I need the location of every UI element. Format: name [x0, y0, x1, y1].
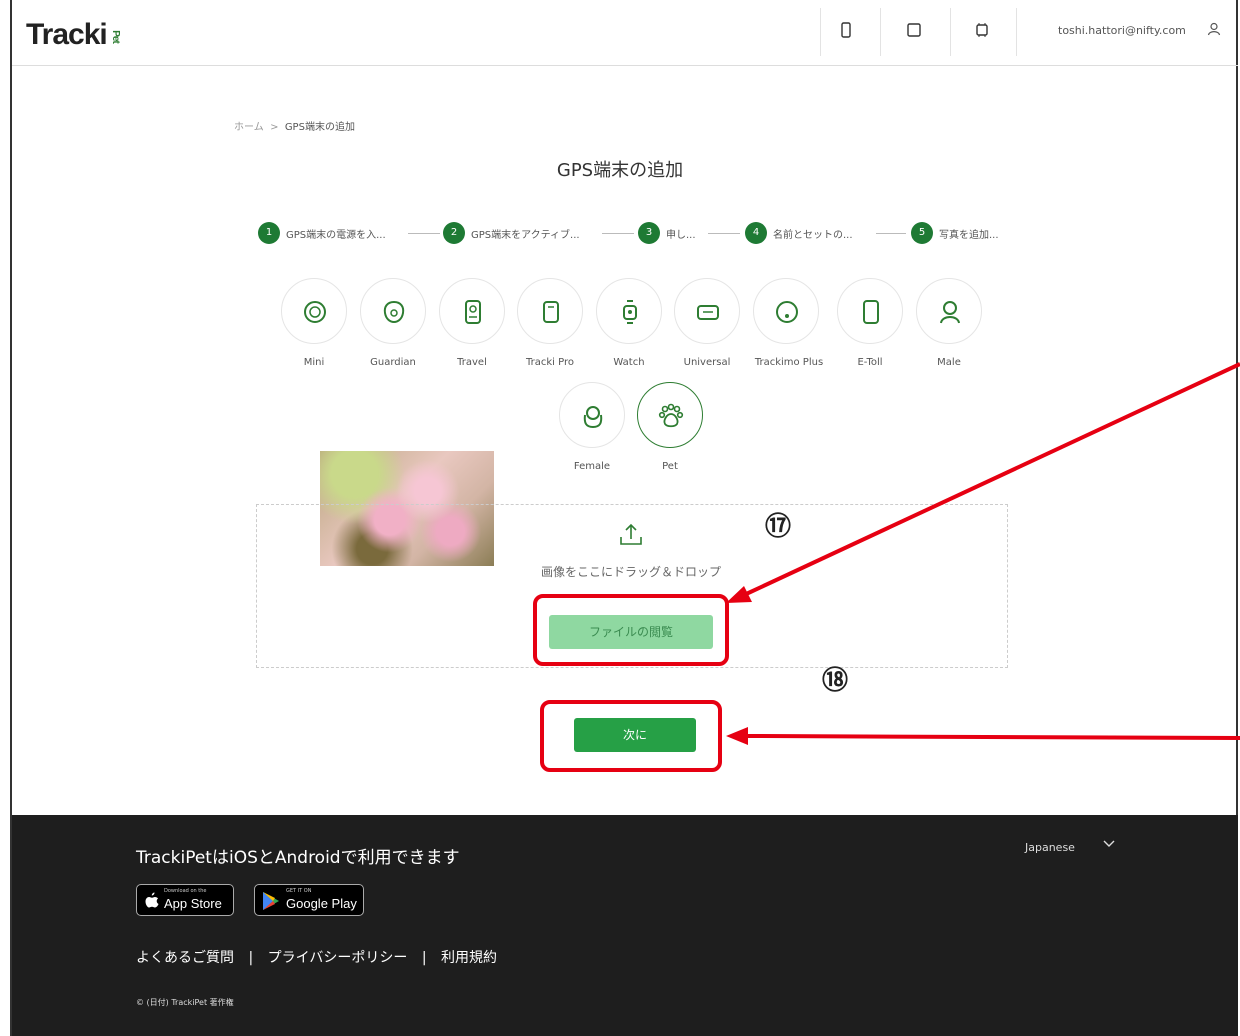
copyright: © (日付) TrackiPet 著作権 [136, 998, 234, 1007]
apple-icon [145, 892, 159, 908]
footer: TrackiPetはiOSとAndroidで利用できます Japanese Do… [12, 815, 1238, 1036]
privacy-policy-link[interactable]: プライバシーポリシー [268, 950, 408, 966]
language-select[interactable]: Japanese [1025, 841, 1075, 854]
chevron-down-icon[interactable] [1102, 837, 1116, 851]
app-store-badge[interactable]: Download on the App Store [136, 884, 234, 916]
google-play-badge[interactable]: GET IT ON Google Play [254, 884, 364, 916]
app-store-label: App Store [164, 896, 222, 911]
footer-tagline: TrackiPetはiOSとAndroidで利用できます [136, 848, 460, 868]
google-play-small-text: GET IT ON [286, 888, 312, 894]
terms-link[interactable]: 利用規約 [441, 950, 497, 966]
annotation-arrow-18 [726, 727, 1240, 745]
link-separator: | [248, 950, 254, 966]
link-separator: | [421, 950, 427, 966]
app-store-small-text: Download on the [164, 888, 207, 894]
footer-links: よくあるご質問 | プライバシーポリシー | 利用規約 [136, 947, 507, 967]
faq-link[interactable]: よくあるご質問 [136, 950, 234, 966]
google-play-label: Google Play [286, 896, 357, 911]
annotation-arrow-17 [726, 362, 1240, 603]
google-play-icon [263, 892, 279, 910]
